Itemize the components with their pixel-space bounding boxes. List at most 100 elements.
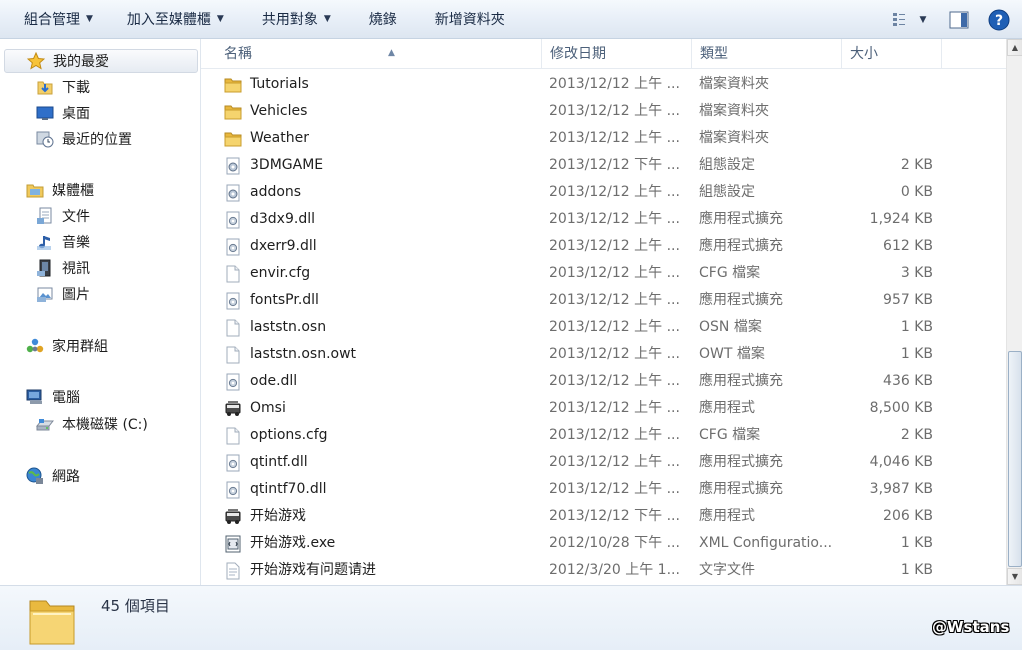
file-name: ode.dll bbox=[250, 373, 298, 389]
table-row[interactable]: addons 2013/12/12 上午 ... 組態設定 0 KB bbox=[201, 179, 1006, 206]
dll-file-icon bbox=[224, 238, 242, 256]
nav-homegroup-label: 家用群組 bbox=[52, 339, 108, 355]
table-row[interactable]: Weather 2013/12/12 上午 ... 檔案資料夾 bbox=[201, 125, 1006, 152]
change-view-button[interactable]: ▼ bbox=[886, 7, 932, 33]
file-name-cell: Tutorials bbox=[224, 71, 534, 98]
nav-libraries[interactable]: 媒體櫃 bbox=[0, 178, 94, 202]
add-to-library-label: 加入至媒體櫃 bbox=[126, 12, 211, 28]
nav-videos[interactable]: 視訊 bbox=[0, 256, 90, 280]
table-row[interactable]: qtintf70.dll 2013/12/12 上午 ... 應用程式擴充 3,987… bbox=[201, 476, 1006, 503]
file-type: CFG 檔案 bbox=[699, 427, 761, 443]
nav-desktop[interactable]: 桌面 bbox=[0, 101, 90, 125]
table-row[interactable]: fontsPr.dll 2013/12/12 上午 ... 應用程式擴充 957 KB bbox=[201, 287, 1006, 314]
vertical-scrollbar[interactable]: ▲ ▼ bbox=[1006, 39, 1022, 585]
table-row[interactable]: Omsi 2013/12/12 上午 ... 應用程式 8,500 KB bbox=[201, 395, 1006, 422]
new-folder-label: 新增資料夾 bbox=[434, 12, 505, 28]
file-name-cell: 开始游戏有问题请进 bbox=[224, 557, 534, 584]
nav-downloads[interactable]: 下載 bbox=[0, 75, 90, 99]
view-list-icon bbox=[892, 12, 905, 26]
scroll-up-arrow-icon[interactable]: ▲ bbox=[1007, 39, 1022, 56]
table-row[interactable]: qtintf.dll 2013/12/12 上午 ... 應用程式擴充 4,046 K… bbox=[201, 449, 1006, 476]
table-row[interactable]: Vehicles 2013/12/12 上午 ... 檔案資料夾 bbox=[201, 98, 1006, 125]
help-button[interactable]: ? bbox=[986, 7, 1012, 33]
table-row[interactable]: d3dx9.dll 2013/12/12 上午 ... 應用程式擴充 1,924 KB bbox=[201, 206, 1006, 233]
nav-pictures[interactable]: 圖片 bbox=[0, 282, 90, 306]
table-row[interactable]: dxerr9.dll 2013/12/12 上午 ... 應用程式擴充 612 KB bbox=[201, 233, 1006, 260]
nav-documents[interactable]: 文件 bbox=[0, 204, 90, 228]
file-type: CFG 檔案 bbox=[699, 265, 761, 281]
nav-favorites[interactable]: 我的最愛 bbox=[4, 49, 198, 73]
burn-button[interactable]: 燒錄 bbox=[357, 5, 409, 33]
scroll-down-arrow-icon[interactable]: ▼ bbox=[1007, 568, 1022, 585]
folder-icon bbox=[224, 103, 242, 121]
file-date: 2013/12/12 下午 ... bbox=[549, 157, 680, 173]
file-name: addons bbox=[250, 184, 302, 200]
nav-homegroup[interactable]: 家用群組 bbox=[0, 334, 108, 358]
folder-icon bbox=[224, 130, 242, 148]
nav-desktop-label: 桌面 bbox=[62, 106, 90, 122]
nav-local-disk-c[interactable]: 本機磁碟 (C:) bbox=[0, 412, 148, 436]
file-name: dxerr9.dll bbox=[250, 238, 317, 254]
table-row[interactable]: laststn.osn.owt 2013/12/12 上午 ... OWT 檔案 1 … bbox=[201, 341, 1006, 368]
column-header-type[interactable]: 類型 bbox=[692, 39, 842, 69]
folder-large-icon bbox=[29, 600, 75, 645]
file-name: 3DMGAME bbox=[250, 157, 324, 173]
preview-pane-button[interactable] bbox=[946, 7, 972, 33]
column-header-size[interactable]: 大小 bbox=[842, 39, 942, 69]
file-name-cell: addons bbox=[224, 179, 534, 206]
file-type: OSN 檔案 bbox=[699, 319, 762, 335]
organize-button[interactable]: 組合管理 ▼ bbox=[12, 5, 105, 33]
file-name: qtintf.dll bbox=[250, 454, 308, 470]
table-row[interactable]: envir.cfg 2013/12/12 上午 ... CFG 檔案 3 KB bbox=[201, 260, 1006, 287]
file-date: 2013/12/12 上午 ... bbox=[549, 211, 680, 227]
file-date: 2013/12/12 上午 ... bbox=[549, 454, 680, 470]
chevron-down-icon: ▼ bbox=[216, 14, 224, 24]
blank-file-icon bbox=[224, 427, 242, 445]
command-bar: 組合管理 ▼ 加入至媒體櫃 ▼ 共用對象 ▼ 燒錄 新增資料夾 ▼ ? bbox=[0, 0, 1022, 39]
file-name-cell: qtintf70.dll bbox=[224, 476, 534, 503]
homegroup-icon bbox=[26, 337, 44, 355]
nav-pictures-label: 圖片 bbox=[62, 287, 90, 303]
file-type: 檔案資料夾 bbox=[699, 130, 769, 146]
file-name-cell: fontsPr.dll bbox=[224, 287, 534, 314]
file-type: 應用程式擴充 bbox=[699, 481, 783, 497]
table-row[interactable]: laststn.osn 2013/12/12 上午 ... OSN 檔案 1 KB bbox=[201, 314, 1006, 341]
table-row[interactable]: 开始游戏 2013/12/12 下午 ... 應用程式 206 KB bbox=[201, 503, 1006, 530]
file-name: options.cfg bbox=[250, 427, 328, 443]
table-row[interactable]: 开始游戏.exe 2012/10/28 下午 ... XML Configurati… bbox=[201, 530, 1006, 557]
file-type: XML Configuratio... bbox=[699, 535, 833, 551]
details-pane: 45 個項目 @Wstans bbox=[0, 585, 1022, 650]
file-date: 2013/12/12 上午 ... bbox=[549, 292, 680, 308]
table-row[interactable]: Tutorials 2013/12/12 上午 ... 檔案資料夾 bbox=[201, 71, 1006, 98]
table-row[interactable]: ode.dll 2013/12/12 上午 ... 應用程式擴充 436 KB bbox=[201, 368, 1006, 395]
organize-label: 組合管理 bbox=[24, 12, 80, 28]
table-row[interactable]: 3DMGAME 2013/12/12 下午 ... 組態設定 2 KB bbox=[201, 152, 1006, 179]
file-size: 1 KB bbox=[900, 346, 933, 362]
file-name-cell: options.cfg bbox=[224, 422, 534, 449]
add-to-library-button[interactable]: 加入至媒體櫃 ▼ bbox=[115, 5, 236, 33]
file-name-cell: laststn.osn.owt bbox=[224, 341, 534, 368]
column-header-date[interactable]: 修改日期 bbox=[542, 39, 692, 69]
new-folder-button[interactable]: 新增資料夾 bbox=[423, 5, 517, 33]
table-row[interactable]: 开始游戏有问题请进 2012/3/20 上午 1... 文字文件 1 KB bbox=[201, 557, 1006, 584]
nav-music[interactable]: 音樂 bbox=[0, 230, 90, 254]
nav-network[interactable]: 網路 bbox=[0, 464, 80, 488]
file-name: fontsPr.dll bbox=[250, 292, 319, 308]
table-row[interactable]: options.cfg 2013/12/12 上午 ... CFG 檔案 2 KB bbox=[201, 422, 1006, 449]
file-type: 文字文件 bbox=[699, 562, 755, 578]
text-file-icon bbox=[224, 562, 242, 580]
column-header: 名稱 ▲ 修改日期 類型 大小 bbox=[201, 39, 1006, 69]
preview-pane-icon bbox=[949, 11, 969, 28]
file-date: 2013/12/12 上午 ... bbox=[549, 346, 680, 362]
nav-recent-places[interactable]: 最近的位置 bbox=[0, 127, 132, 151]
file-size: 612 KB bbox=[883, 238, 933, 254]
nav-computer[interactable]: 電腦 bbox=[0, 385, 80, 409]
computer-icon bbox=[26, 388, 44, 406]
burn-label: 燒錄 bbox=[368, 12, 397, 28]
file-date: 2013/12/12 上午 ... bbox=[549, 184, 680, 200]
dll-file-icon bbox=[224, 373, 242, 391]
file-size: 1 KB bbox=[900, 535, 933, 551]
column-header-name[interactable]: 名稱 ▲ bbox=[216, 39, 542, 69]
scrollbar-thumb[interactable] bbox=[1008, 351, 1022, 567]
share-with-button[interactable]: 共用對象 ▼ bbox=[250, 5, 343, 33]
